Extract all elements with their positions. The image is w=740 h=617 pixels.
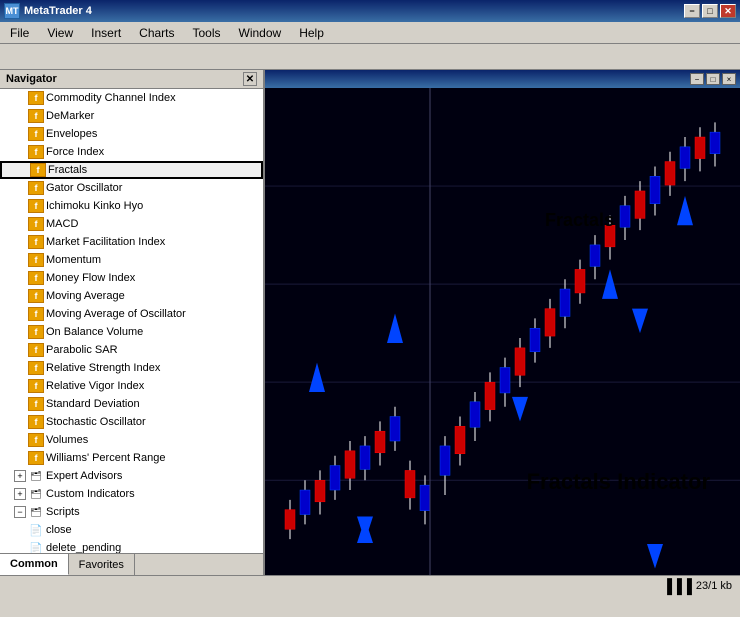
nav-item-momentum[interactable]: f Momentum [0,251,263,269]
expand-icon-custom-indicators[interactable]: + [14,488,26,500]
indicator-icon: f [28,289,44,303]
indicator-icon: f [28,343,44,357]
menu-file[interactable]: File [2,24,37,42]
nav-item-moving-average[interactable]: f Moving Average [0,287,263,305]
nav-item-commodity-channel-index[interactable]: f Commodity Channel Index [0,89,263,107]
app-icon: MT [4,3,20,19]
status-bar: ▐▐▐ 23/1 kb [0,575,740,595]
nav-item-relative-vigor-index[interactable]: f Relative Vigor Index [0,377,263,395]
indicator-icon: f [28,397,44,411]
indicator-icon: f [28,181,44,195]
status-chart-info: ▐▐▐ 23/1 kb [662,578,732,594]
nav-item-gator-oscillator[interactable]: f Gator Oscillator [0,179,263,197]
indicator-icon: f [28,109,44,123]
nav-item-market-facilitation-index[interactable]: f Market Facilitation Index [0,233,263,251]
indicator-icon: f [28,253,44,267]
tab-favorites[interactable]: Favorites [69,554,135,575]
menu-insert[interactable]: Insert [83,24,129,42]
nav-item-expert-advisors[interactable]: + 🗂 Expert Advisors [0,467,263,485]
nav-item-envelopes[interactable]: f Envelopes [0,125,263,143]
menu-window[interactable]: Window [231,24,290,42]
indicator-icon: f [28,271,44,285]
navigator-content[interactable]: f Commodity Channel Index f DeMarker f E… [0,89,263,553]
nav-item-ichimoku-kinko-hyo[interactable]: f Ichimoku Kinko Hyo [0,197,263,215]
nav-item-close-script[interactable]: 📄 close [0,521,263,539]
nav-item-force-index[interactable]: f Force Index [0,143,263,161]
scripts-folder-icon: 🗂 [28,505,44,519]
indicator-icon: f [28,361,44,375]
nav-item-demarker[interactable]: f DeMarker [0,107,263,125]
main-content: Navigator ✕ f Commodity Channel Index f … [0,70,740,575]
menu-bar: File View Insert Charts Tools Window Hel… [0,22,740,44]
indicator-icon: f [28,127,44,141]
script-icon-delete-pending: 📄 [28,541,44,553]
minimize-button[interactable]: − [684,4,700,18]
expert-advisors-folder-icon: 🗂 [28,469,44,483]
title-bar-buttons: − □ ✕ [684,4,736,18]
nav-item-custom-indicators[interactable]: + 🗂 Custom Indicators [0,485,263,503]
title-bar-left: MT MetaTrader 4 [4,3,92,19]
indicator-icon: f [28,433,44,447]
nav-item-stochastic-oscillator[interactable]: f Stochastic Oscillator [0,413,263,431]
indicator-icon: f [28,91,44,105]
close-button[interactable]: ✕ [720,4,736,18]
fractals-indicator-label: Fractals Indicator [527,469,710,495]
expand-icon-expert-advisors[interactable]: + [14,470,26,482]
indicator-icon: f [28,325,44,339]
indicator-icon: f [28,415,44,429]
indicator-icon: f [30,163,46,177]
indicator-icon: f [28,451,44,465]
indicator-icon: f [28,217,44,231]
nav-item-money-flow-index[interactable]: f Money Flow Index [0,269,263,287]
nav-item-volumes[interactable]: f Volumes [0,431,263,449]
nav-item-williams-percent-range[interactable]: f Williams' Percent Range [0,449,263,467]
maximize-button[interactable]: □ [702,4,718,18]
menu-help[interactable]: Help [291,24,332,42]
sub-close-button[interactable]: × [722,73,736,85]
nav-item-moving-average-of-oscillator[interactable]: f Moving Average of Oscillator [0,305,263,323]
indicator-icon: f [28,145,44,159]
tab-common[interactable]: Common [0,554,69,575]
chart-svg [265,88,740,575]
nav-item-fractals[interactable]: f Fractals [0,161,263,179]
title-bar: MT MetaTrader 4 − □ ✕ [0,0,740,22]
nav-item-standard-deviation[interactable]: f Standard Deviation [0,395,263,413]
nav-item-parabolic-sar[interactable]: f Parabolic SAR [0,341,263,359]
navigator-panel: Navigator ✕ f Commodity Channel Index f … [0,70,265,575]
sub-minimize-button[interactable]: − [690,73,704,85]
nav-item-macd[interactable]: f MACD [0,215,263,233]
nav-item-on-balance-volume[interactable]: f On Balance Volume [0,323,263,341]
menu-view[interactable]: View [39,24,81,42]
fractals-label: Fractals [545,210,614,231]
indicator-icon: f [28,235,44,249]
indicator-icon: f [28,307,44,321]
navigator-header: Navigator ✕ [0,70,263,89]
menu-tools[interactable]: Tools [185,24,229,42]
chart-info-text: 23/1 kb [696,580,732,592]
sub-title-buttons: − □ × [690,73,736,85]
menu-charts[interactable]: Charts [131,24,182,42]
indicator-icon: f [28,379,44,393]
indicator-icon: f [28,199,44,213]
chart-sub-title-bar: − □ × [265,70,740,88]
nav-item-delete-pending-script[interactable]: 📄 delete_pending [0,539,263,553]
app-title: MetaTrader 4 [24,5,92,17]
expand-icon-scripts[interactable]: − [14,506,26,518]
nav-item-relative-strength-index[interactable]: f Relative Strength Index [0,359,263,377]
navigator-title: Navigator [6,73,57,85]
nav-item-scripts[interactable]: − 🗂 Scripts [0,503,263,521]
toolbar [0,44,740,70]
sub-maximize-button[interactable]: □ [706,73,720,85]
status-bars-icon: ▐▐▐ [662,578,692,594]
navigator-close-button[interactable]: ✕ [243,72,257,86]
custom-indicators-folder-icon: 🗂 [28,487,44,501]
chart-area: − □ × Fractals Fractals Indicator [265,70,740,575]
script-icon-close: 📄 [28,523,44,537]
navigator-tabs: Common Favorites [0,553,263,575]
